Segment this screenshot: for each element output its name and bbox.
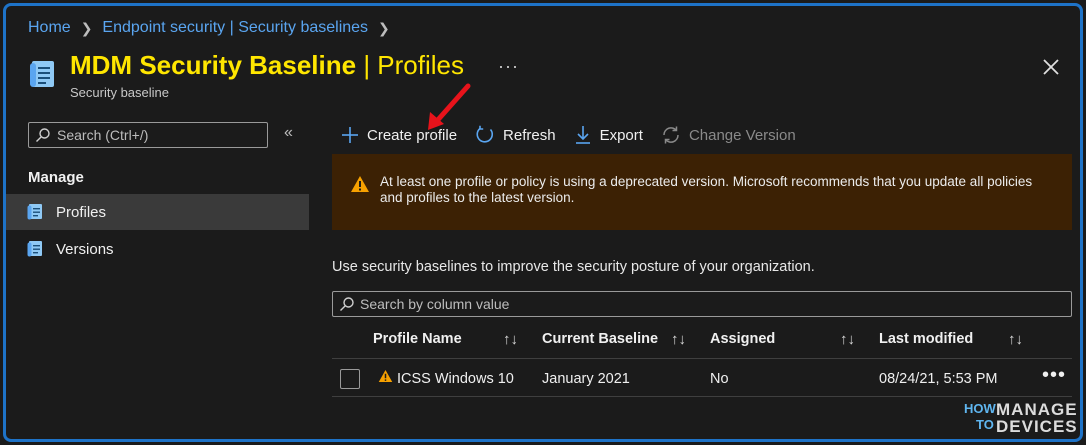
profile-name-link[interactable]: ICSS Windows 10	[397, 371, 514, 387]
row-checkbox[interactable]	[340, 369, 360, 389]
sort-icon[interactable]: ↑↓	[671, 331, 686, 348]
refresh-icon	[476, 125, 494, 143]
sidebar-item-profiles[interactable]: Profiles	[6, 194, 309, 230]
cell-assigned: No	[710, 371, 729, 387]
breadcrumb-home[interactable]: Home	[28, 19, 71, 37]
howtomanagedevices-logo: HOW TO MANAGE DEVICES	[960, 400, 1080, 438]
plus-icon	[342, 127, 358, 143]
logo-how: HOW	[964, 401, 996, 416]
sync-icon	[663, 126, 679, 144]
logo-devices: DEVICES	[996, 417, 1078, 436]
table-search-placeholder: Search by column value	[360, 296, 510, 312]
create-profile-label: Create profile	[367, 126, 458, 144]
app-frame: Home ❯ Endpoint security | Security base…	[3, 3, 1083, 442]
column-header-assigned[interactable]: Assigned	[710, 331, 775, 347]
chevron-right-icon: ❯	[80, 19, 93, 36]
sort-icon[interactable]: ↑↓	[1008, 331, 1023, 348]
export-button[interactable]: Export	[574, 125, 643, 145]
column-header-last-modified[interactable]: Last modified	[879, 331, 973, 347]
table-search-input[interactable]: Search by column value	[332, 291, 1072, 317]
table-divider	[332, 396, 1072, 397]
page-subtitle: Security baseline	[70, 85, 169, 100]
table-divider	[332, 358, 1072, 359]
sort-icon[interactable]: ↑↓	[503, 331, 518, 348]
command-bar: Create profile Refresh Export Change Ver…	[341, 125, 814, 145]
warning-icon	[378, 370, 393, 382]
row-more-options-button[interactable]: •••	[1042, 364, 1066, 387]
page-title-tail: Profiles	[377, 50, 464, 80]
column-header-current-baseline[interactable]: Current Baseline	[542, 331, 658, 347]
chevron-right-icon: ❯	[378, 19, 390, 36]
logo-to: TO	[976, 417, 994, 432]
change-version-label: Change Version	[688, 126, 796, 144]
search-icon	[36, 128, 50, 142]
deprecation-warning-banner: At least one profile or policy is using …	[332, 154, 1072, 230]
sidebar-item-versions[interactable]: Versions	[6, 231, 309, 267]
page-title-main: MDM Security Baseline	[70, 50, 357, 80]
sidebar-search-placeholder: Search (Ctrl+/)	[57, 127, 149, 143]
collapse-sidebar-button[interactable]: «	[284, 124, 293, 142]
more-options-button[interactable]: ···	[498, 56, 519, 77]
warning-icon	[351, 176, 369, 192]
sidebar-item-label: Versions	[56, 240, 114, 258]
breadcrumb-endpoint-security[interactable]: Endpoint security | Security baselines	[102, 19, 368, 37]
document-list-icon	[27, 204, 42, 220]
page-title-separator: |	[356, 50, 378, 80]
document-list-icon	[30, 61, 54, 87]
change-version-button[interactable]: Change Version	[661, 125, 796, 145]
search-icon	[340, 297, 354, 311]
refresh-button[interactable]: Refresh	[475, 125, 556, 145]
cell-current-baseline: January 2021	[542, 371, 630, 387]
sidebar-item-label: Profiles	[56, 203, 107, 221]
sort-icon[interactable]: ↑↓	[840, 331, 855, 348]
page-title: MDM Security Baseline | Profiles	[70, 50, 464, 81]
document-list-icon	[27, 241, 42, 257]
close-icon[interactable]	[1040, 56, 1062, 78]
intro-text: Use security baselines to improve the se…	[332, 259, 815, 275]
download-icon	[575, 126, 590, 144]
cell-last-modified: 08/24/21, 5:53 PM	[879, 371, 998, 387]
sidebar-section-manage: Manage	[28, 169, 84, 186]
column-header-profile-name[interactable]: Profile Name	[373, 331, 462, 347]
create-profile-button[interactable]: Create profile	[341, 126, 457, 144]
refresh-label: Refresh	[503, 126, 556, 144]
warning-text: At least one profile or policy is using …	[380, 174, 1033, 205]
breadcrumb: Home ❯ Endpoint security | Security base…	[28, 19, 400, 37]
export-label: Export	[599, 126, 643, 144]
sidebar-search-input[interactable]: Search (Ctrl+/)	[28, 122, 268, 148]
